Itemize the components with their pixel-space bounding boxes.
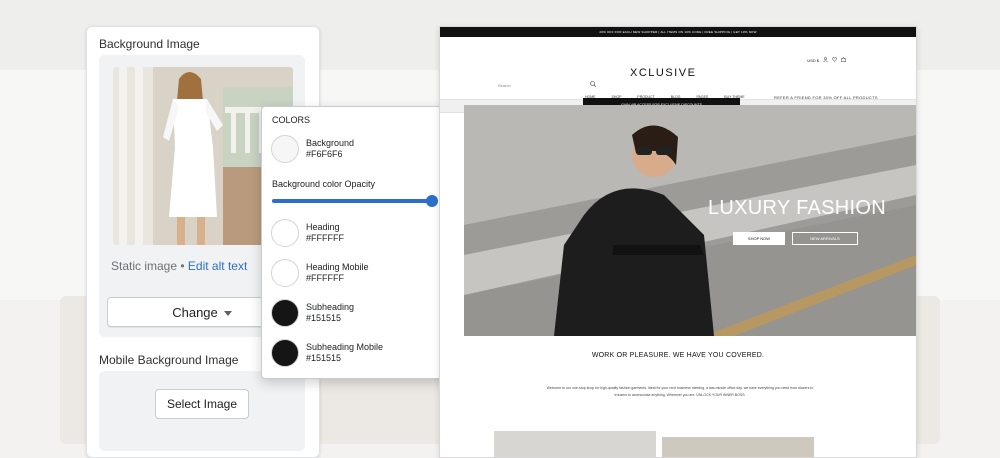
store-search-input[interactable]: Search (498, 83, 511, 88)
search-icon[interactable] (590, 74, 597, 88)
select-image-button[interactable]: Select Image (155, 389, 249, 419)
collection-tile[interactable] (662, 437, 814, 457)
color-swatch[interactable] (271, 299, 299, 327)
swatch-name: Subheading Mobile (306, 342, 384, 352)
colors-popover: COLORS Background #F6F6F6 Background col… (261, 106, 465, 379)
user-icon[interactable] (823, 57, 828, 63)
shop-now-button[interactable]: SHOP NOW (733, 232, 785, 245)
meta-separator: • (180, 259, 185, 273)
swatch-hex: #151515 (306, 353, 342, 363)
hero-title: LUXURY FASHION (708, 197, 886, 219)
announcement-bar: 20% OFF FOR EACH NEW SHOPPER | ALL ITEMS… (440, 27, 916, 37)
color-swatch[interactable] (271, 259, 299, 287)
slider-handle[interactable] (426, 195, 438, 207)
swatch-row-subheading-mobile[interactable]: Subheading Mobile #151515 (271, 339, 383, 367)
swatch-row-subheading[interactable]: Subheading #151515 (271, 299, 354, 327)
swatch-hex: #FFFFFF (306, 233, 344, 243)
opacity-label: Background color Opacity (272, 179, 376, 189)
background-image-title: Background Image (99, 37, 200, 51)
swatch-name: Background (306, 138, 355, 148)
wishlist-icon[interactable] (832, 57, 837, 63)
section-heading: WORK OR PLEASURE. WE HAVE YOU COVERED. (591, 352, 765, 359)
color-swatch[interactable] (271, 219, 299, 247)
currency-selector[interactable]: USD $ (807, 58, 819, 63)
caret-down-icon (223, 305, 232, 320)
colors-heading: COLORS (272, 115, 311, 125)
section-paragraph: Welcome to our one-stop shop for high-qu… (546, 386, 814, 397)
storefront-preview: 20% OFF FOR EACH NEW SHOPPER | ALL ITEMS… (439, 26, 917, 458)
header-utilities: USD $ (807, 57, 846, 63)
swatch-name: Subheading (306, 302, 355, 312)
color-swatch[interactable] (271, 339, 299, 367)
static-image-label: Static image (111, 259, 178, 273)
color-swatch[interactable] (271, 135, 299, 163)
mobile-background-title: Mobile Background Image (99, 353, 239, 367)
edit-alt-text-link[interactable]: Edit alt text (188, 259, 247, 273)
swatch-hex: #151515 (306, 313, 342, 323)
new-arrivals-button[interactable]: NEW ARRIVALS (792, 232, 858, 245)
image-meta: Static image • Edit alt text (111, 259, 247, 273)
collection-tile[interactable] (494, 431, 656, 457)
hero-photo (464, 105, 916, 336)
swatch-row-background[interactable]: Background #F6F6F6 (271, 135, 354, 163)
swatch-name: Heading (306, 222, 340, 232)
cart-icon[interactable] (841, 57, 846, 63)
swatch-name: Heading Mobile (306, 262, 369, 272)
swatch-row-heading-mobile[interactable]: Heading Mobile #FFFFFF (271, 259, 369, 287)
mobile-image-card: Select Image (99, 371, 305, 451)
change-button-label: Change (172, 304, 218, 320)
hero-banner (464, 105, 916, 336)
swatch-hex: #FFFFFF (306, 273, 344, 283)
swatch-row-heading[interactable]: Heading #FFFFFF (271, 219, 344, 247)
swatch-hex: #F6F6F6 (306, 149, 343, 159)
opacity-slider[interactable] (272, 195, 438, 207)
slider-fill (272, 199, 432, 203)
promo-referral: REFER A FRIEND FOR 30% OFF ALL PRODUCTS (774, 95, 878, 100)
store-logo[interactable]: XCLUSIVE (630, 67, 696, 79)
